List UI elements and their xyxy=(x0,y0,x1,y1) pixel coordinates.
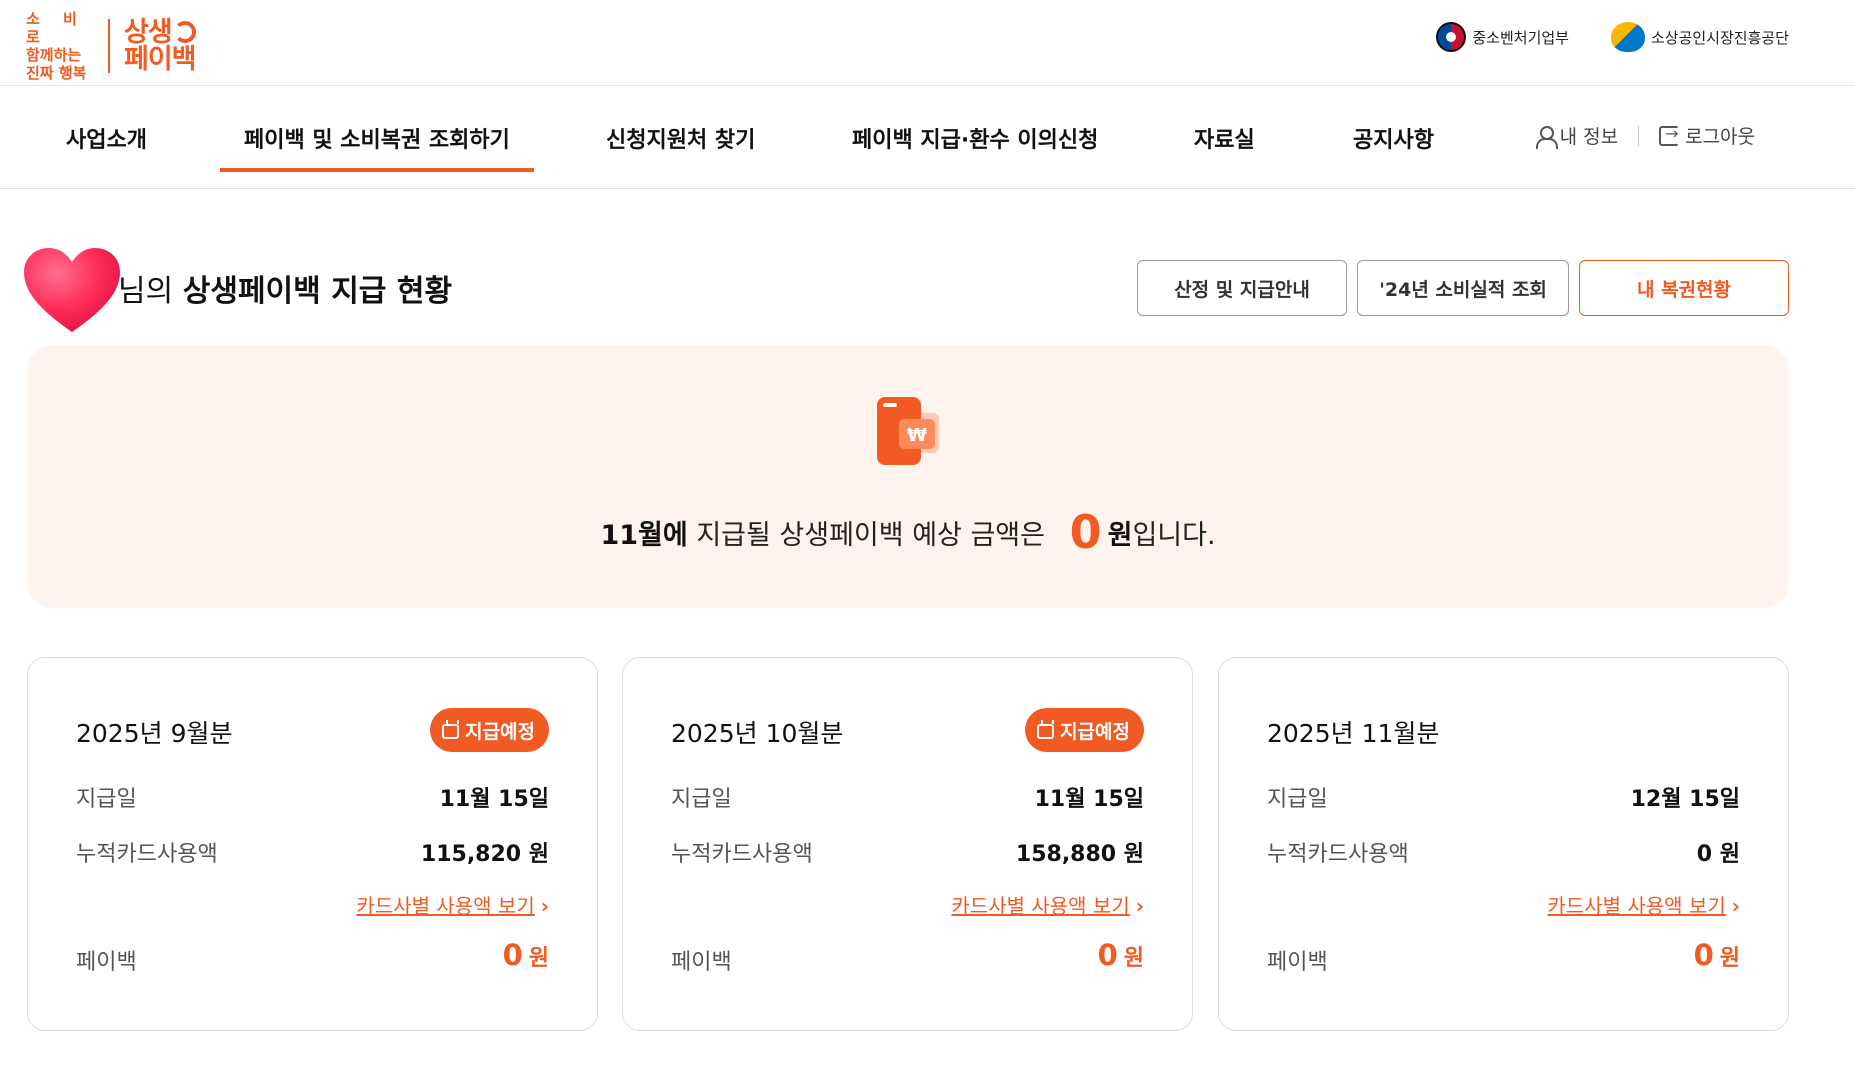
calendar-icon xyxy=(1037,720,1055,739)
card-2025-10: 2025년 10월분 지급예정 지급일 11월 15일 누적카드사용액 158,… xyxy=(622,657,1193,1031)
chevron-right-icon: › xyxy=(540,894,549,918)
nav-item-resources[interactable]: 자료실 xyxy=(1194,122,1255,154)
payback-amount: 0 xyxy=(1693,938,1714,972)
tab-my-lottery[interactable]: 내 복권현황 xyxy=(1579,260,1789,316)
payback-unit: 원 xyxy=(1719,946,1740,971)
logout-link[interactable]: 로그아웃 xyxy=(1659,122,1755,149)
logo-brand-line2: 페이백 xyxy=(124,44,197,75)
banner-unit: 원 xyxy=(1107,520,1133,551)
logo-slogan-line1: 소 비 로 xyxy=(26,10,86,46)
usage-label: 누적카드사용액 xyxy=(671,842,813,867)
payback-label: 페이백 xyxy=(76,950,137,975)
card-usage-link[interactable]: 카드사별 사용액 보기 › xyxy=(951,890,1144,919)
pay-date-value: 11월 15일 xyxy=(439,787,549,812)
heart-icon xyxy=(24,248,120,332)
loop-arrow-icon xyxy=(173,21,196,43)
logout-label: 로그아웃 xyxy=(1685,126,1755,148)
payback-unit: 원 xyxy=(528,946,549,971)
card-usage-link[interactable]: 카드사별 사용액 보기 › xyxy=(1547,890,1740,919)
payback-amount: 0 xyxy=(502,938,523,972)
calendar-icon xyxy=(442,720,460,739)
logo-divider xyxy=(108,19,110,73)
tab-payment-guide[interactable]: 산정 및 지급안내 xyxy=(1137,260,1347,316)
banner-amount: 0 xyxy=(1069,505,1102,559)
logo-slogan: 소 비 로 함께하는 진짜 행복 xyxy=(26,10,96,82)
usage-value: 158,880 원 xyxy=(1015,842,1144,867)
title-suffix: 님의 xyxy=(118,274,174,309)
title-row: 님의 상생페이백 지급 현황 산정 및 지급안내 '24년 소비실적 조회 내 … xyxy=(24,248,1789,332)
semas-logo-icon xyxy=(1610,22,1645,52)
title-main: 상생페이백 지급 현황 xyxy=(182,274,453,309)
card-usage-link-label: 카드사별 사용액 보기 xyxy=(1547,894,1726,918)
my-info-link[interactable]: 내 정보 xyxy=(1535,122,1619,149)
org-semas-label: 소상공인시장진흥공단 xyxy=(1650,28,1789,47)
partner-orgs: 중소벤처기업부 소상공인시장진흥공단 xyxy=(1436,22,1789,52)
page-title: 님의 상생페이백 지급 현황 xyxy=(118,266,452,310)
pay-date-value: 11월 15일 xyxy=(1034,787,1144,812)
payback-label: 페이백 xyxy=(671,950,732,975)
banner-text: 11월에 지급될 상생페이백 예상 금액은 0 원입니다. xyxy=(27,505,1789,559)
usage-label: 누적카드사용액 xyxy=(76,842,218,867)
tab-2024-spending[interactable]: '24년 소비실적 조회 xyxy=(1357,260,1569,316)
taegeuk-emblem-icon xyxy=(1436,22,1467,52)
usage-value: 115,820 원 xyxy=(420,842,549,867)
pay-date-value: 12월 15일 xyxy=(1630,787,1740,812)
usage-label: 누적카드사용액 xyxy=(1267,842,1409,867)
payback-value: 0원 xyxy=(1694,938,1740,972)
org-mss-link[interactable]: 중소벤처기업부 xyxy=(1436,22,1569,52)
payback-value: 0원 xyxy=(1098,938,1144,972)
nav-item-find-support[interactable]: 신청지원처 찾기 xyxy=(606,122,755,154)
card-usage-link-label: 카드사별 사용액 보기 xyxy=(951,894,1130,918)
logo-brand: 상생 페이백 xyxy=(124,19,197,75)
banner-month: 11월에 xyxy=(600,520,688,551)
pay-date-label: 지급일 xyxy=(76,787,137,812)
card-2025-09: 2025년 9월분 지급예정 지급일 11월 15일 누적카드사용액 115,8… xyxy=(27,657,598,1031)
main-nav: 사업소개 페이백 및 소비복권 조회하기 신청지원처 찾기 페이백 지급·환수 … xyxy=(0,86,1855,189)
my-info-label: 내 정보 xyxy=(1559,126,1619,148)
nav-item-objection[interactable]: 페이백 지급·환수 이의신청 xyxy=(852,122,1098,154)
logo-slogan-line2: 함께하는 xyxy=(26,46,82,64)
top-bar: 소 비 로 함께하는 진짜 행복 상생 페이백 중소벤처기업부 소상공인시장진흥… xyxy=(0,0,1855,86)
card-2025-11: 2025년 11월분 지급일 12월 15일 누적카드사용액 0 원 카드사별 … xyxy=(1218,657,1789,1031)
site-logo[interactable]: 소 비 로 함께하는 진짜 행복 상생 페이백 xyxy=(26,10,197,82)
status-badge: 지급예정 xyxy=(430,708,549,752)
status-badge-label: 지급예정 xyxy=(1060,720,1130,743)
pay-date-label: 지급일 xyxy=(1267,787,1328,812)
org-semas-link[interactable]: 소상공인시장진흥공단 xyxy=(1610,22,1789,52)
wallet-icon: ₩ xyxy=(877,397,939,465)
card-title: 2025년 11월분 xyxy=(1267,719,1440,748)
banner-text-mid: 지급될 상생페이백 예상 금액은 xyxy=(696,520,1045,551)
card-title: 2025년 9월분 xyxy=(76,719,233,748)
logo-slogan-line3: 진짜 행복 xyxy=(26,64,87,82)
pay-date-label: 지급일 xyxy=(671,787,732,812)
card-title: 2025년 10월분 xyxy=(671,719,844,748)
card-usage-link[interactable]: 카드사별 사용액 보기 › xyxy=(356,890,549,919)
card-usage-link-label: 카드사별 사용액 보기 xyxy=(356,894,535,918)
nav-item-business-intro[interactable]: 사업소개 xyxy=(66,122,147,154)
chevron-right-icon: › xyxy=(1731,894,1740,918)
payback-unit: 원 xyxy=(1123,946,1144,971)
org-mss-label: 중소벤처기업부 xyxy=(1472,28,1569,47)
status-badge-label: 지급예정 xyxy=(465,720,535,743)
status-badge: 지급예정 xyxy=(1025,708,1144,752)
nav-item-payback-lookup[interactable]: 페이백 및 소비복권 조회하기 xyxy=(220,122,534,172)
chevron-right-icon: › xyxy=(1135,894,1144,918)
payback-value: 0원 xyxy=(503,938,549,972)
person-icon xyxy=(1535,125,1558,149)
usage-value: 0 원 xyxy=(1696,842,1740,867)
payback-label: 페이백 xyxy=(1267,950,1328,975)
nav-item-notices[interactable]: 공지사항 xyxy=(1353,122,1434,154)
expected-payback-banner: ₩ 11월에 지급될 상생페이백 예상 금액은 0 원입니다. xyxy=(27,345,1789,608)
user-menu: 내 정보 로그아웃 xyxy=(1535,122,1755,149)
banner-text-end: 입니다. xyxy=(1132,520,1216,551)
svg-text:₩: ₩ xyxy=(907,425,927,446)
user-menu-divider xyxy=(1638,124,1640,147)
payback-amount: 0 xyxy=(1097,938,1118,972)
logout-icon xyxy=(1659,124,1680,146)
